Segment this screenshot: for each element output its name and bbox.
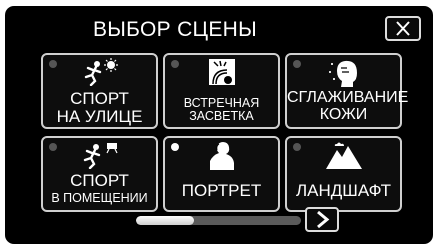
close-icon [396, 21, 410, 36]
tile-label-line1: СГЛАЖИВАНИЕ [287, 89, 409, 106]
tile-label-line1: ПОРТРЕТ [181, 181, 262, 200]
scrollbar-thumb[interactable] [136, 216, 194, 225]
sport-outdoor-icon [84, 58, 118, 86]
tile-label-line1: СПОРТ [70, 89, 129, 108]
selection-indicator [49, 143, 57, 151]
scene-skin-smoothing-button[interactable]: СГЛАЖИВАНИЕ КОЖИ [285, 53, 409, 129]
page-title: ВЫБОР СЦЕНЫ [92, 18, 258, 41]
scene-backlight-button[interactable]: ВСТРЕЧНАЯ ЗАСВЕТКА [163, 53, 280, 129]
chevron-right-icon [317, 210, 330, 229]
tile-label-line2: В ПОМЕЩЕНИИ [51, 190, 148, 205]
tile-label-line2: НА УЛИЦЕ [56, 106, 143, 126]
scene-select-screen: ВЫБОР СЦЕНЫ СПОРТ НА УЛИЦЕ ВСТРЕЧНАЯ ЗАС [5, 6, 433, 244]
skin-smoothing-icon [328, 60, 357, 87]
sport-indoor-icon [83, 143, 118, 169]
tile-label-line1: ВСТРЕЧНАЯ ЗАСВЕТКА [183, 96, 260, 124]
close-button[interactable] [385, 16, 421, 41]
selection-indicator [293, 60, 301, 68]
scene-sport-indoor-button[interactable]: СПОРТ В ПОМЕЩЕНИИ [41, 136, 158, 212]
selection-indicator-active [171, 143, 179, 151]
next-page-button[interactable] [305, 207, 339, 232]
tile-label-line1: ЛАНДШАФТ [296, 181, 391, 200]
page-scrollbar[interactable] [136, 216, 301, 225]
tile-label-line1: СПОРТ [70, 171, 129, 190]
selection-indicator [49, 60, 57, 68]
selection-indicator [171, 60, 179, 68]
scene-landscape-button[interactable]: ЛАНДШАФТ [285, 136, 402, 212]
landscape-icon [325, 142, 362, 169]
backlight-icon [208, 59, 235, 85]
selection-indicator [293, 143, 301, 151]
portrait-icon [209, 142, 234, 170]
scene-portrait-button[interactable]: ПОРТРЕТ [163, 136, 280, 212]
tile-label-line2: КОЖИ [319, 105, 368, 123]
scene-sport-outdoor-button[interactable]: СПОРТ НА УЛИЦЕ [41, 53, 158, 129]
